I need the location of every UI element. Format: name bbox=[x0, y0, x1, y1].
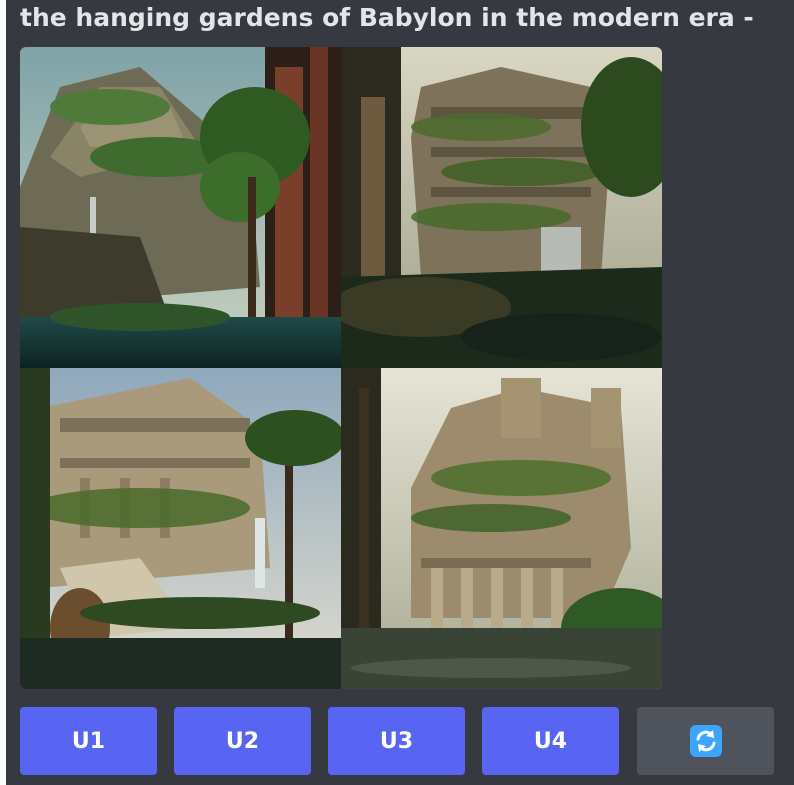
message-panel: the hanging gardens of Babylon in the mo… bbox=[6, 0, 794, 785]
prompt-text: the hanging gardens of Babylon in the mo… bbox=[20, 3, 754, 32]
image-tile-2[interactable] bbox=[341, 47, 662, 368]
generated-image-4 bbox=[341, 368, 662, 689]
upscale-3-button[interactable]: U3 bbox=[328, 707, 465, 775]
generated-image-1 bbox=[20, 47, 341, 368]
image-tile-4[interactable] bbox=[341, 368, 662, 689]
upscale-1-button[interactable]: U1 bbox=[20, 707, 157, 775]
reroll-button[interactable] bbox=[637, 707, 774, 775]
image-tile-1[interactable] bbox=[20, 47, 341, 368]
image-tile-3[interactable] bbox=[20, 368, 341, 689]
image-grid bbox=[20, 47, 662, 689]
refresh-icon bbox=[689, 725, 722, 757]
action-buttons: U1 U2 U3 U4 bbox=[20, 707, 780, 775]
generated-image-3 bbox=[20, 368, 341, 689]
upscale-2-button[interactable]: U2 bbox=[174, 707, 311, 775]
generated-image-2 bbox=[341, 47, 662, 368]
upscale-4-button[interactable]: U4 bbox=[482, 707, 619, 775]
